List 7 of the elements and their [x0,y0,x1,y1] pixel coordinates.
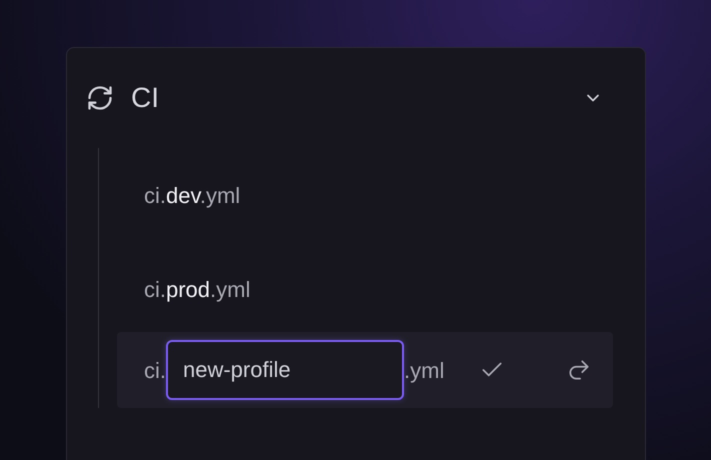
group-title: CI [131,81,159,115]
file-suffix: .yml [404,356,444,385]
sync-icon [86,84,114,112]
file-name[interactable]: ci.prod.yml [144,272,250,306]
file-name[interactable]: ci.dev.yml [144,178,240,212]
name-field[interactable]: new-profile [166,340,404,400]
file-prefix: ci. [144,356,166,384]
